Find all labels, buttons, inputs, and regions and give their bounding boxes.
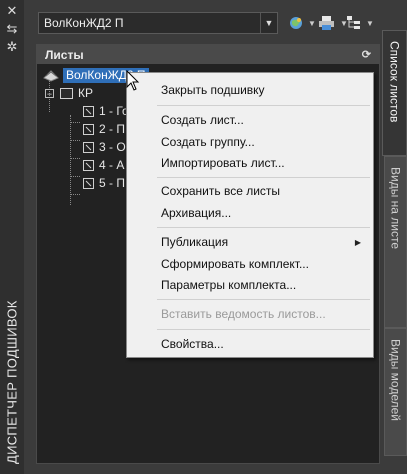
chevron-down-icon: ▼ [308,18,316,28]
tab-label: Виды на листе [388,167,403,250]
menu-item-close-sheet-set[interactable]: Закрыть подшивку [161,82,265,98]
panel-title: Листы [45,47,84,62]
menu-item-archive[interactable]: Архивация... [161,205,231,221]
panel-header: Листы ⟳ [37,45,379,64]
print-button[interactable]: ▼ [318,13,348,33]
toolbar: ВолКонЖД2 П ▼ ▼ ▼ ▼ [24,0,384,44]
menu-item-new-group[interactable]: Создать группу... [161,134,255,150]
group-icon [60,87,73,99]
sheet-icon [83,177,94,189]
menu-item-etransmit[interactable]: Сформировать комплект... [161,256,309,272]
sheet-label: 2 - П [99,122,125,136]
context-menu: Закрыть подшивку Создать лист... Создать… [126,72,374,358]
tree-sheet-2[interactable]: 2 - П [83,120,125,138]
tree-sheet-5[interactable]: 5 - П [83,174,125,192]
sheet-label: 3 - О [99,140,126,154]
sheet-tree-icon [347,16,360,29]
sheet-set-select-value: ВолКонЖД2 П [44,16,124,30]
menu-item-insert-sheet-list[interactable]: Вставить ведомость листов... [161,306,326,322]
refresh-icon[interactable]: ⟳ [362,48,371,61]
tab-label: Виды моделей [388,339,403,421]
palette-title: ДИСПЕТЧЕР ПОДШИВОК [4,300,20,464]
tree-sheet-3[interactable]: 3 - О [83,138,126,156]
sheet-set-select[interactable]: ВолКонЖД2 П ▼ [38,12,278,34]
tab-model-views[interactable]: Виды моделей [384,328,407,456]
settings-icon[interactable]: ✲ [5,40,19,54]
palette-title-strip: ✕ ⇆ ✲ ДИСПЕТЧЕР ПОДШИВОК [0,0,24,474]
tab-label: Список листов [387,41,402,123]
tree-sheet-4[interactable]: 4 - А [83,156,124,174]
menu-separator [157,105,370,106]
sheet-tree-button[interactable]: ▼ [346,13,374,33]
tab-sheet-views[interactable]: Виды на листе [384,156,407,328]
chevron-down-icon[interactable]: ▼ [260,13,277,33]
close-icon[interactable]: ✕ [5,4,19,18]
tab-sheet-list[interactable]: Список листов [382,30,407,156]
collapse-icon[interactable]: ⇆ [5,22,19,36]
sheet-label: 5 - П [99,176,125,190]
mouse-cursor-icon [126,70,140,91]
tree-sheet-1[interactable]: 1 - Го [83,102,129,120]
menu-item-import-sheet[interactable]: Импортировать лист... [161,155,285,171]
menu-separator [157,227,370,228]
chevron-down-icon: ▼ [366,18,374,28]
sheet-set-icon [43,70,59,82]
sheet-icon [83,159,94,171]
collapse-toggle-icon[interactable]: − [45,88,54,98]
menu-item-transmittal-setups[interactable]: Параметры комплекта... [161,277,296,293]
sheet-set-globe-button[interactable]: ▼ [288,13,316,33]
tree-group-label: КР [78,86,93,100]
menu-item-publish[interactable]: Публикация [161,234,228,250]
menu-separator [157,299,370,300]
menu-item-save-all-sheets[interactable]: Сохранить все листы [161,183,280,199]
tree-group-kr[interactable]: − КР [45,84,93,102]
sheet-label: 1 - Го [99,104,129,118]
sheet-label: 4 - А [99,158,125,172]
menu-separator [157,329,370,330]
menu-item-properties[interactable]: Свойства... [161,336,224,352]
menu-item-new-sheet[interactable]: Создать лист... [161,112,244,128]
sheet-icon [83,105,94,117]
sheet-icon [83,141,94,153]
sheet-icon [83,123,94,135]
submenu-arrow-icon: ▶ [354,238,361,247]
printer-icon [319,16,334,30]
sheet-set-globe-icon [290,17,302,29]
menu-separator [157,177,370,178]
